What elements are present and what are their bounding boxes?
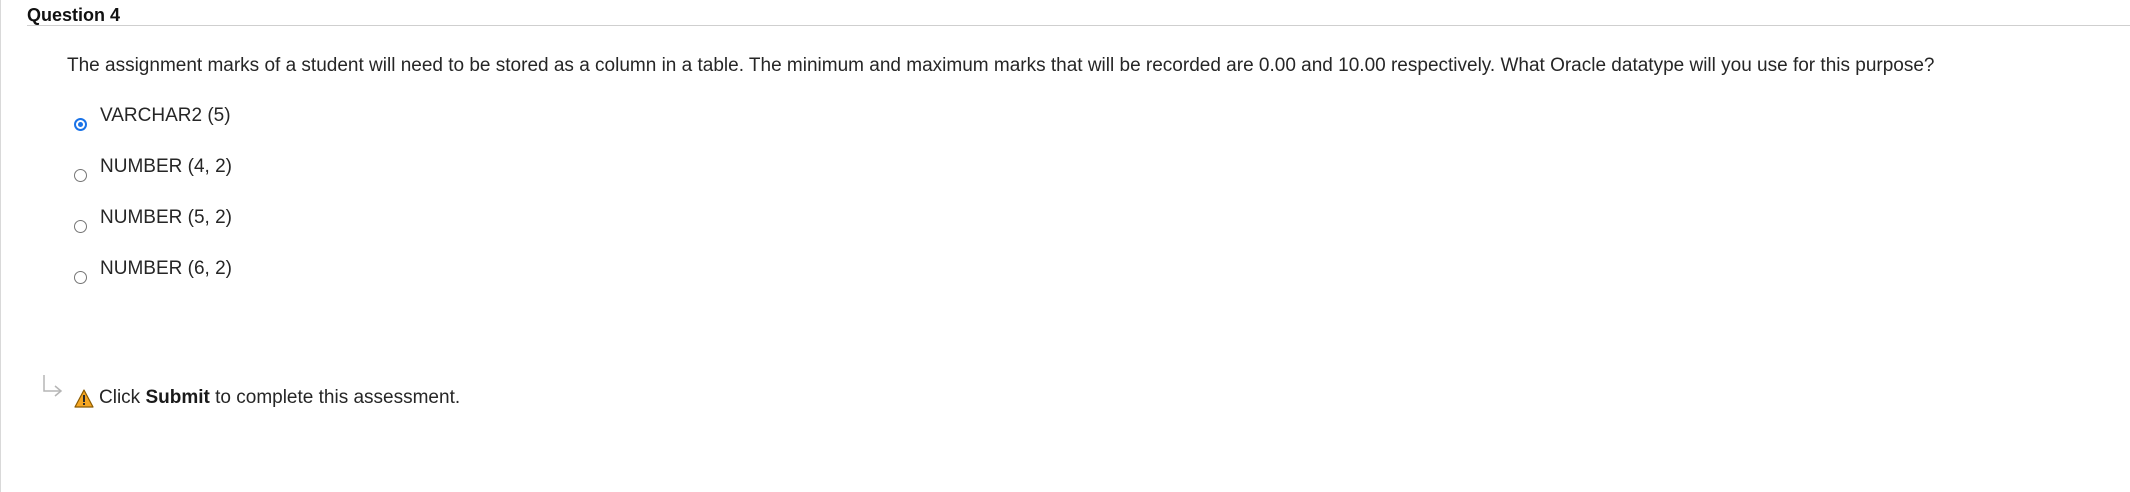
radio-button[interactable]	[74, 169, 87, 182]
answer-option-label: VARCHAR2 (5)	[100, 105, 231, 126]
answer-option-label: NUMBER (4, 2)	[100, 156, 232, 177]
return-arrow-icon	[43, 375, 63, 397]
answer-option-1[interactable]: VARCHAR2 (5)	[74, 104, 474, 144]
answer-option-2[interactable]: NUMBER (4, 2)	[74, 155, 474, 195]
submit-suffix: to complete this assessment.	[215, 387, 461, 408]
radio-button-selected[interactable]	[74, 118, 87, 131]
answer-option-label: NUMBER (5, 2)	[100, 207, 232, 228]
question-text: The assignment marks of a student will n…	[67, 55, 1935, 76]
question-title: Question 4	[27, 5, 121, 25]
warning-icon	[74, 389, 94, 408]
question-header: Question 4	[27, 3, 2130, 26]
radio-button[interactable]	[74, 271, 87, 284]
answer-option-4[interactable]: NUMBER (6, 2)	[74, 257, 474, 297]
radio-button[interactable]	[74, 220, 87, 233]
assessment-page: Question 4 The assignment marks of a stu…	[0, 0, 2130, 492]
submit-keyword: Submit	[145, 387, 210, 408]
submit-instruction: Click Submit to complete this assessment…	[41, 374, 641, 414]
answer-option-label: NUMBER (6, 2)	[100, 258, 232, 279]
submit-prefix: Click	[99, 387, 141, 408]
answer-option-3[interactable]: NUMBER (5, 2)	[74, 206, 474, 246]
submit-instruction-text: Click Submit to complete this assessment…	[99, 386, 460, 410]
